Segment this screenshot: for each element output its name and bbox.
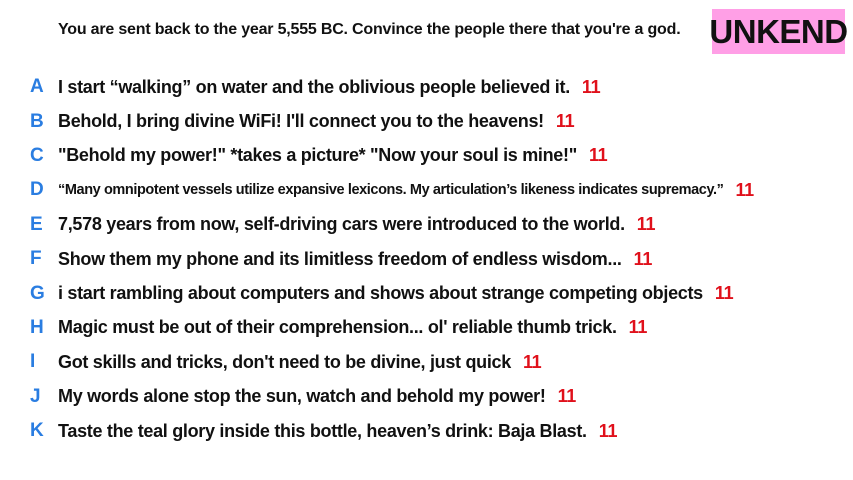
answer-score: 11 [714, 283, 734, 304]
answer-text-wrap: 7,578 years from now, self-driving cars … [58, 214, 656, 235]
answer-score: 11 [735, 179, 755, 200]
answer-list: A I start “walking” on water and the obl… [0, 70, 853, 448]
answer-text-wrap: Behold, I bring divine WiFi! I'll connec… [58, 111, 575, 132]
answer-letter: D [30, 179, 44, 201]
answer-text: Behold, I bring divine WiFi! I'll connec… [58, 111, 544, 132]
answer-item-f: F Show them my phone and its limitless f… [0, 242, 853, 276]
answer-item-j: J My words alone stop the sun, watch and… [0, 380, 853, 414]
answer-text: Taste the teal glory inside this bottle,… [58, 420, 587, 441]
answer-item-b: B Behold, I bring divine WiFi! I'll conn… [0, 104, 853, 138]
answer-score: 11 [598, 420, 618, 441]
answer-item-i: I Got skills and tricks, don't need to b… [0, 345, 853, 379]
answer-text-wrap: My words alone stop the sun, watch and b… [58, 386, 576, 407]
answer-text-wrap: “Many omnipotent vessels utilize expansi… [58, 180, 754, 201]
answer-text-wrap: Magic must be out of their comprehension… [58, 317, 647, 338]
answer-item-a: A I start “walking” on water and the obl… [0, 70, 853, 104]
answer-letter: C [30, 144, 44, 166]
answer-text: Show them my phone and its limitless fre… [58, 248, 622, 269]
answer-text: "Behold my power!" *takes a picture* "No… [58, 145, 577, 166]
answer-letter: J [30, 385, 41, 407]
answer-letter: I [30, 351, 36, 373]
answer-letter: G [30, 282, 45, 304]
answer-text: I start “walking” on water and the obliv… [58, 76, 570, 97]
answer-score: 11 [628, 317, 648, 338]
answer-score: 11 [636, 214, 656, 235]
answer-item-e: E 7,578 years from now, self-driving car… [0, 208, 853, 242]
answer-text: i start rambling about computers and sho… [58, 283, 703, 304]
answer-letter: H [30, 316, 44, 338]
answer-letter: K [30, 420, 44, 442]
answer-item-h: H Magic must be out of their comprehensi… [0, 311, 853, 345]
answer-score: 11 [588, 145, 608, 166]
answer-text-wrap: Show them my phone and its limitless fre… [58, 249, 652, 270]
answer-score: 11 [633, 248, 653, 269]
prompt-text: You are sent back to the year 5,555 BC. … [58, 21, 681, 38]
answer-text-wrap: Taste the teal glory inside this bottle,… [58, 421, 617, 442]
answer-letter: B [30, 110, 44, 132]
answer-letter: F [30, 248, 42, 270]
answer-text: Magic must be out of their comprehension… [58, 317, 617, 338]
answer-score: 11 [581, 76, 601, 97]
answer-text: Got skills and tricks, don't need to be … [58, 351, 511, 372]
answer-item-c: C "Behold my power!" *takes a picture* "… [0, 139, 853, 173]
answer-text-wrap: "Behold my power!" *takes a picture* "No… [58, 145, 608, 166]
answer-text: “Many omnipotent vessels utilize expansi… [58, 182, 724, 199]
logo: UNKEND [709, 9, 848, 54]
answer-text-wrap: I start “walking” on water and the obliv… [58, 76, 601, 98]
answer-text: 7,578 years from now, self-driving cars … [58, 214, 625, 235]
answer-letter: E [30, 213, 43, 235]
answer-score: 11 [522, 351, 542, 372]
answer-text-wrap: Got skills and tricks, don't need to be … [58, 351, 542, 373]
answer-text: My words alone stop the sun, watch and b… [58, 386, 546, 407]
answer-score: 11 [557, 386, 577, 407]
answer-letter: A [30, 76, 44, 98]
answer-item-k: K Taste the teal glory inside this bottl… [0, 414, 853, 448]
answer-text-wrap: i start rambling about computers and sho… [58, 283, 734, 304]
answer-score: 11 [555, 111, 575, 132]
answer-item-d: D “Many omnipotent vessels utilize expan… [0, 173, 853, 207]
answer-item-g: G i start rambling about computers and s… [0, 276, 853, 310]
